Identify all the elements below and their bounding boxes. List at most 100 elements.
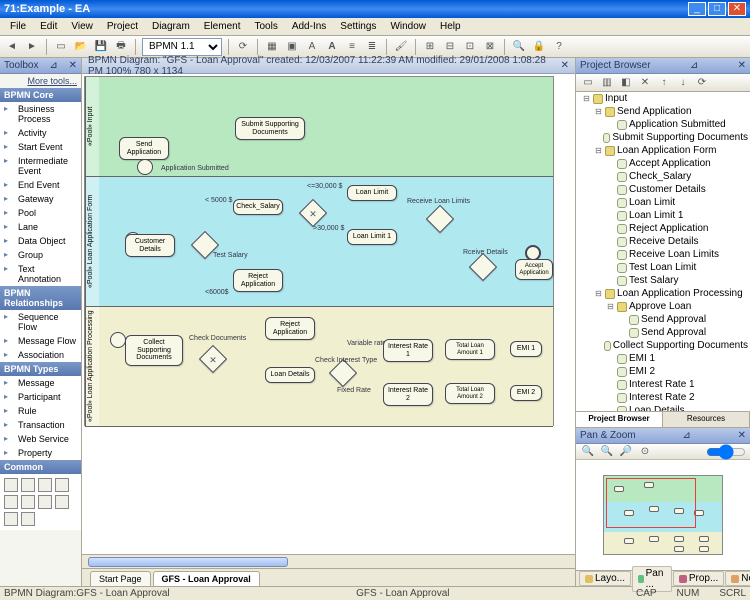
snap-icon[interactable]: ▣ — [284, 39, 300, 55]
new-icon[interactable]: ▭ — [53, 39, 69, 55]
tree-node[interactable]: Receive Loan Limits — [576, 248, 750, 261]
menu-settings[interactable]: Settings — [334, 20, 382, 33]
zoom-in-icon[interactable]: 🔍 — [599, 444, 615, 460]
lock-icon[interactable]: 🔒 — [531, 39, 547, 55]
tree-node[interactable]: Receive Details — [576, 235, 750, 248]
right-tab-resources[interactable]: Resources — [663, 412, 750, 427]
menu-view[interactable]: View — [65, 20, 99, 33]
toolbox-item-participant[interactable]: Participant — [0, 390, 81, 404]
layout2-icon[interactable]: ⊟ — [442, 39, 458, 55]
open-icon[interactable]: 📂 — [73, 39, 89, 55]
tree-node[interactable]: Test Salary — [576, 274, 750, 287]
new-package-icon[interactable]: ▭ — [580, 75, 596, 91]
zoom-fit-icon[interactable]: 🔍 — [580, 444, 596, 460]
task-customer-details[interactable]: Customer Details — [125, 234, 175, 257]
diagram-close-icon[interactable]: ✕ — [561, 60, 569, 71]
task-interest-rate1[interactable]: Interest Rate 1 — [383, 339, 433, 362]
toolbox-item-property[interactable]: Property — [0, 446, 81, 460]
tree-node[interactable]: Loan Limit 1 — [576, 209, 750, 222]
toolbox-item-sequence-flow[interactable]: Sequence Flow — [0, 310, 81, 334]
pool-processing[interactable]: «Pool» Loan Application Processing — [85, 307, 553, 427]
tree-node[interactable]: ⊟Loan Application Processing — [576, 287, 750, 300]
toolbox-cat-bpmn-types[interactable]: BPMN Types — [0, 362, 81, 376]
task-loan-details[interactable]: Loan Details — [265, 367, 315, 383]
toolbox-item-message[interactable]: Message — [0, 376, 81, 390]
task-total-loan2[interactable]: Total Loan Amount 2 — [445, 383, 495, 404]
panzoom-view[interactable] — [576, 460, 750, 570]
menu-help[interactable]: Help — [434, 20, 467, 33]
maximize-button[interactable]: □ — [708, 2, 726, 16]
task-emi2[interactable]: EMI 2 — [510, 385, 542, 401]
tree-node[interactable]: Loan Limit — [576, 196, 750, 209]
fill-icon[interactable]: 🖌 — [393, 39, 409, 55]
menu-diagram[interactable]: Diagram — [146, 20, 196, 33]
minimize-button[interactable]: _ — [688, 2, 706, 16]
tree-node[interactable]: Submit Supporting Documents — [576, 131, 750, 144]
common-shape-icon[interactable] — [21, 512, 35, 526]
common-shape-icon[interactable] — [55, 495, 69, 509]
toolbox-item-data-object[interactable]: Data Object — [0, 234, 81, 248]
toolbox-item-intermediate-event[interactable]: Intermediate Event — [0, 154, 81, 178]
menu-window[interactable]: Window — [384, 20, 432, 33]
tree-node[interactable]: EMI 2 — [576, 365, 750, 378]
common-shape-icon[interactable] — [4, 495, 18, 509]
toolbox-item-transaction[interactable]: Transaction — [0, 418, 81, 432]
diagram-canvas-scroll[interactable]: «Pool» Input «Pool» Loan Application For… — [82, 74, 575, 554]
tree-node[interactable]: EMI 1 — [576, 352, 750, 365]
expand-icon[interactable]: ⊟ — [594, 146, 603, 155]
expand-icon[interactable]: ⊟ — [594, 107, 603, 116]
task-total-loan1[interactable]: Total Loan Amount 1 — [445, 339, 495, 360]
toolbox-cat-bpmn-core[interactable]: BPMN Core — [0, 88, 81, 102]
menu-element[interactable]: Element — [198, 20, 247, 33]
toolbox-item-start-event[interactable]: Start Event — [0, 140, 81, 154]
toolbox-item-activity[interactable]: Activity — [0, 126, 81, 140]
menu-edit[interactable]: Edit — [34, 20, 63, 33]
task-accept-application[interactable]: Accept Application — [515, 259, 553, 280]
pin-icon[interactable]: ⊿ — [682, 430, 690, 441]
center-tab-gfs---loan-approval[interactable]: GFS - Loan Approval — [153, 571, 260, 586]
common-shape-icon[interactable] — [4, 478, 18, 492]
task-collect-docs[interactable]: Collect Supporting Documents — [125, 335, 183, 366]
tree-node[interactable]: ⊟Input — [576, 92, 750, 105]
down-icon[interactable]: ↓ — [675, 75, 691, 91]
grid-icon[interactable]: ▦ — [264, 39, 280, 55]
up-icon[interactable]: ↑ — [656, 75, 672, 91]
tree-node[interactable]: Interest Rate 1 — [576, 378, 750, 391]
common-shape-icon[interactable] — [21, 495, 35, 509]
browser-close-icon[interactable]: ✕ — [738, 60, 746, 71]
task-check-salary[interactable]: Check_Salary — [233, 199, 283, 215]
refresh-icon[interactable]: ⟳ — [235, 39, 251, 55]
task-emi1[interactable]: EMI 1 — [510, 341, 542, 357]
panzoom-thumbnail[interactable] — [603, 475, 723, 555]
pool-input[interactable]: «Pool» Input — [85, 77, 553, 177]
toolbox-item-end-event[interactable]: End Event — [0, 178, 81, 192]
center-tab-start-page[interactable]: Start Page — [90, 571, 151, 586]
event-app-submitted[interactable] — [137, 159, 153, 175]
expand-icon[interactable]: ⊟ — [606, 302, 615, 311]
print-icon[interactable]: 🖶 — [113, 39, 129, 55]
new-diagram-icon[interactable]: ▥ — [599, 75, 615, 91]
back-icon[interactable]: ◄ — [4, 39, 20, 55]
layout3-icon[interactable]: ⊡ — [462, 39, 478, 55]
toolbox-item-association[interactable]: Association — [0, 348, 81, 362]
profile-combo[interactable]: BPMN 1.1 — [142, 38, 222, 56]
toolbox-item-business-process[interactable]: Business Process — [0, 102, 81, 126]
expand-icon[interactable]: ⊟ — [594, 289, 603, 298]
toolbox-close-icon[interactable]: ✕ — [69, 60, 77, 71]
task-reject-app2[interactable]: Reject Application — [265, 317, 315, 340]
menu-file[interactable]: File — [4, 20, 32, 33]
task-interest-rate2[interactable]: Interest Rate 2 — [383, 383, 433, 406]
toolbox-cat-common[interactable]: Common — [0, 460, 81, 474]
help-icon[interactable]: ? — [551, 39, 567, 55]
layout1-icon[interactable]: ⊞ — [422, 39, 438, 55]
zoom-in-icon[interactable]: 🔍 — [511, 39, 527, 55]
common-shape-icon[interactable] — [4, 512, 18, 526]
tree-node[interactable]: Collect Supporting Documents — [576, 339, 750, 352]
toolbox-cat-bpmn-relationships[interactable]: BPMN Relationships — [0, 286, 81, 310]
tree-node[interactable]: Test Loan Limit — [576, 261, 750, 274]
layout4-icon[interactable]: ⊠ — [482, 39, 498, 55]
text-icon[interactable]: A — [304, 39, 320, 55]
right-tab-project-browser[interactable]: Project Browser — [576, 412, 663, 427]
panzoom-close-icon[interactable]: ✕ — [738, 430, 746, 441]
toolbox-item-lane[interactable]: Lane — [0, 220, 81, 234]
